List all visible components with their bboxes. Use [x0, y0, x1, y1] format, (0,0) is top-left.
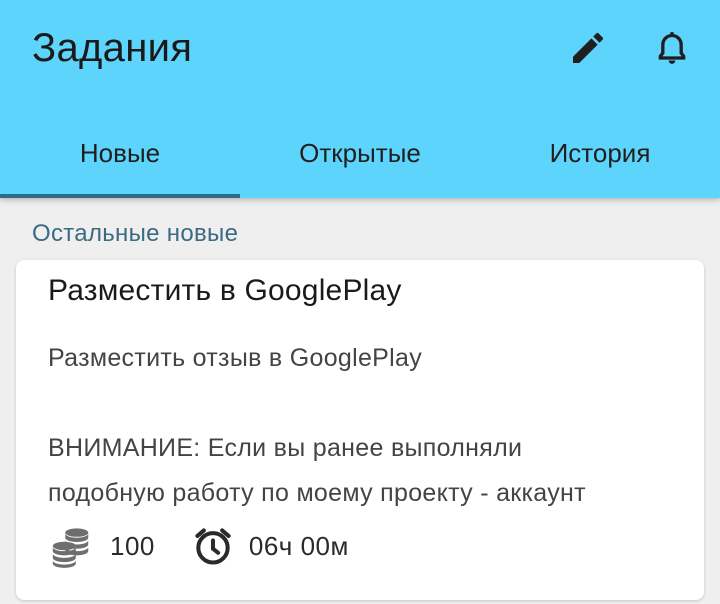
section-header: Остальные новые	[32, 220, 239, 247]
description-line: Разместить отзыв в GooglePlay	[48, 344, 422, 372]
page-title: Задания	[32, 26, 193, 70]
reward-value: 100	[110, 530, 155, 561]
tab-label: Новые	[79, 137, 161, 168]
time-value: 06ч 00м	[248, 530, 349, 561]
task-description: Разместить отзыв в GooglePlay ВНИМАНИЕ: …	[48, 336, 678, 516]
coins-icon	[52, 528, 89, 568]
description-line: подобную работу по моему проекту - аккау…	[48, 479, 586, 507]
tab-label: Открытые	[299, 137, 421, 168]
tab-open[interactable]: Открытые	[240, 112, 480, 198]
alarm-clock-icon	[195, 528, 231, 565]
task-title: Разместить в GooglePlay	[48, 274, 402, 307]
notifications-button[interactable]	[646, 22, 698, 74]
app-bar: Задания Новые Открытые История	[0, 0, 720, 198]
task-meta: 100 06ч 00м	[48, 522, 349, 570]
tab-label: История	[549, 137, 651, 168]
tab-history[interactable]: История	[480, 112, 720, 198]
tab-bar: Новые Открытые История	[0, 112, 720, 198]
bell-icon	[658, 32, 686, 64]
description-line: ВНИМАНИЕ: Если вы ранее выполняли	[48, 434, 523, 462]
edit-button[interactable]	[562, 22, 614, 74]
tab-new[interactable]: Новые	[0, 112, 240, 198]
task-card[interactable]: Разместить в GooglePlay Разместить отзыв…	[16, 260, 704, 600]
edit-icon	[573, 32, 604, 63]
description-spacer	[48, 381, 678, 426]
